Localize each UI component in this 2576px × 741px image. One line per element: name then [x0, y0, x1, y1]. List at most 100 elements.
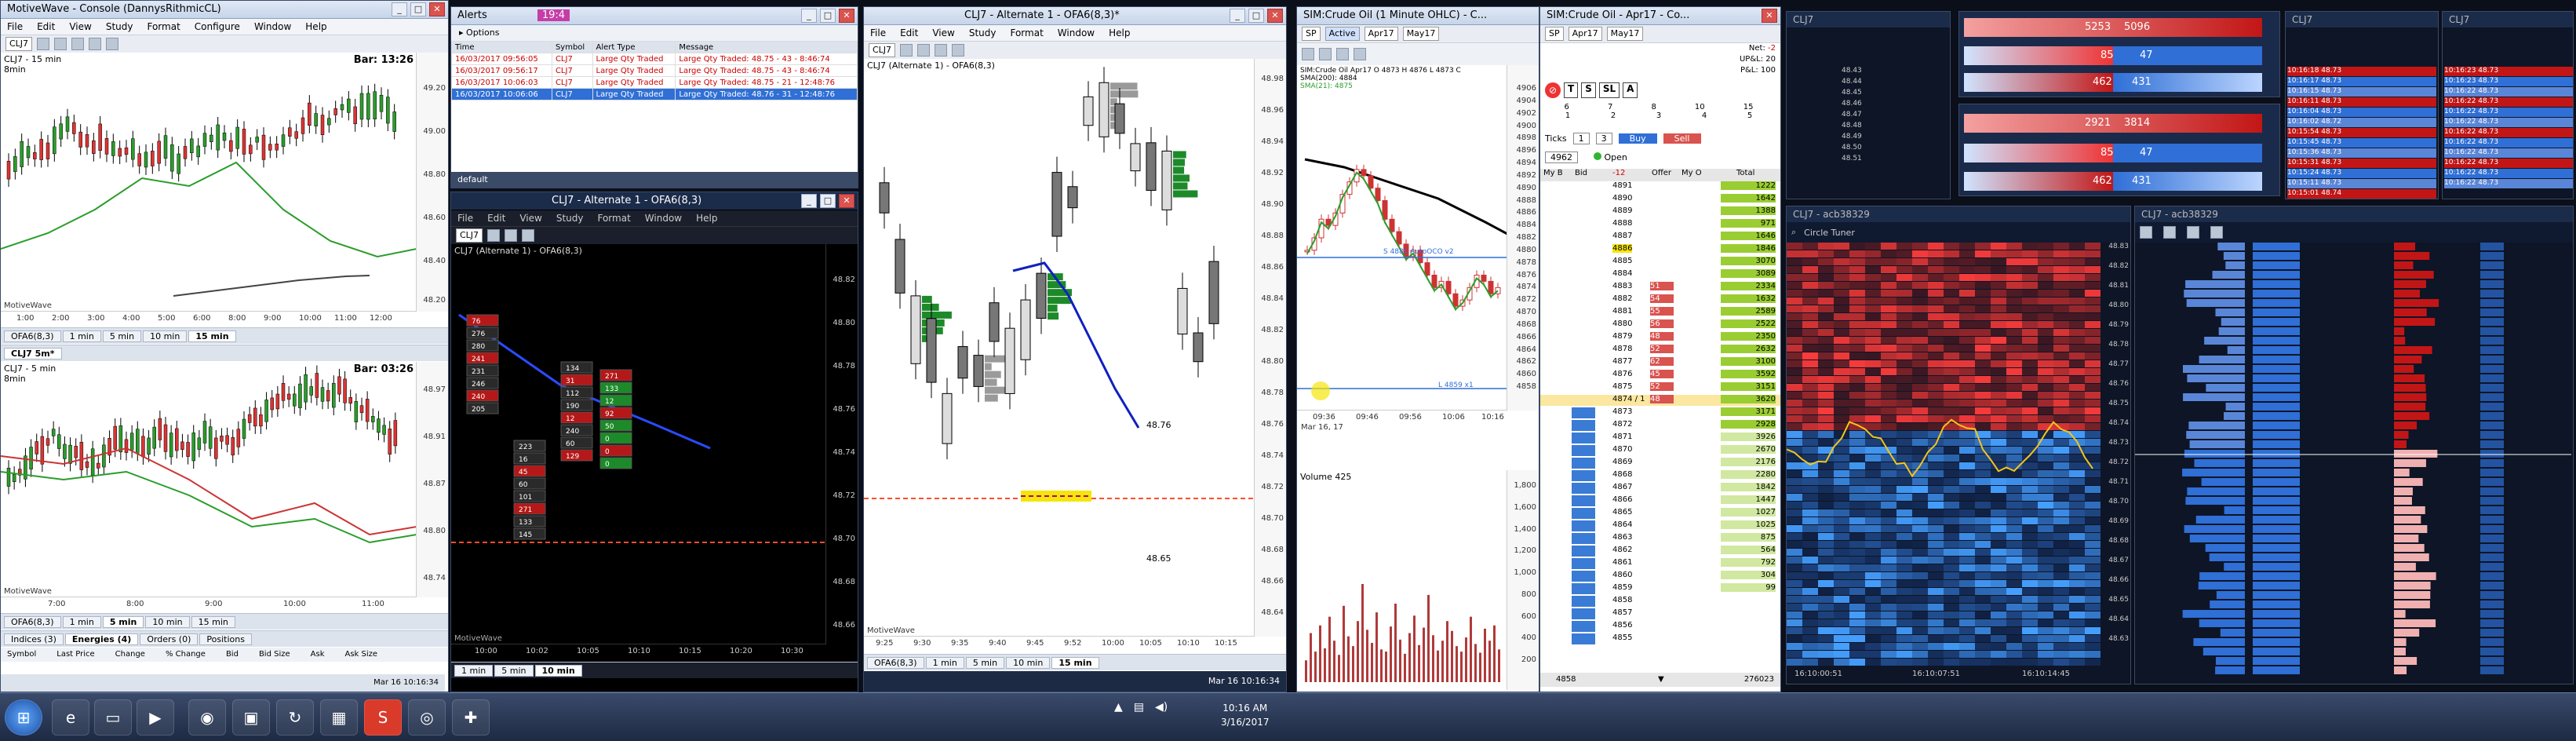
menu-help[interactable]: Help [1109, 25, 1130, 41]
ladder-price[interactable]: 48.44 [1842, 78, 1862, 87]
crude-price-chart[interactable]: SIM:Crude Oil Apr17 O 4873 H 4876 L 4873… [1297, 65, 1539, 434]
draw-line-icon[interactable] [522, 229, 535, 242]
dom-row[interactable]: 4880 56 2522 [1540, 319, 1780, 330]
tape1-title[interactable]: CLJ7 [2286, 12, 2438, 27]
tab-5min[interactable]: 5 min [102, 330, 142, 342]
chart-15min-price-axis[interactable]: 49.20 49.00 48.80 48.60 48.40 48.20 [416, 53, 448, 312]
settings-icon[interactable] [952, 44, 965, 57]
offer-cell[interactable]: 54 [1650, 294, 1674, 303]
col-net[interactable]: -12 [1612, 169, 1625, 177]
tab-15min[interactable]: 15 min [188, 330, 236, 342]
menu-window[interactable]: Window [645, 210, 682, 226]
menu-window[interactable]: Window [254, 19, 291, 35]
price-cell[interactable]: 4886 [1612, 244, 1633, 253]
menu-format[interactable]: Format [1010, 25, 1043, 41]
ladder-price[interactable]: 48.45 [1842, 89, 1862, 98]
tab-orders[interactable]: Orders (0) [140, 633, 199, 645]
ladder-price[interactable]: 48.51 [1842, 155, 1862, 164]
price-cell[interactable]: 4877 [1612, 357, 1632, 366]
undo-icon[interactable] [106, 38, 119, 50]
draw-line-icon[interactable] [71, 38, 85, 50]
price-cell[interactable]: 4866 [1612, 495, 1632, 504]
price-cell[interactable]: 4869 [1612, 458, 1632, 466]
dom-row[interactable]: 4866 1447 [1540, 495, 1780, 506]
trash-icon[interactable] [2163, 226, 2176, 239]
heatmap-plot[interactable] [1787, 243, 2101, 666]
price-cell[interactable]: 4855 [1612, 633, 1632, 642]
offer-cell[interactable]: 62 [1650, 357, 1674, 366]
alerts-titlebar[interactable]: Alerts 19:4 _ □ ✕ [451, 7, 858, 25]
alt1-small-chart[interactable]: CLJ7 (Alternate 1) - OFA6(8,3) 76 276 280 2… [451, 244, 858, 660]
price-cell[interactable]: 4874 / 1 [1612, 395, 1645, 403]
chart-5min[interactable]: CLJ7 - 5 min 8min Bar: 03:26 48.97 48.91 … [1, 362, 448, 613]
col-pct-change[interactable]: % Change [166, 648, 206, 662]
close-icon[interactable]: ✕ [429, 2, 445, 16]
table-row[interactable]: 16/03/2017 09:56:17 CLJ7 Large Qty Traded L… [451, 64, 858, 77]
tab-15min[interactable]: 15 min [1051, 656, 1099, 669]
menu-window[interactable]: Window [1058, 25, 1095, 41]
dom-row[interactable]: 4869 2176 [1540, 458, 1780, 469]
bid-cell[interactable] [1572, 219, 1595, 230]
close-icon[interactable]: ✕ [839, 9, 854, 23]
big-ladder-plot[interactable] [2135, 243, 2571, 682]
price-cell[interactable]: 4876 [1612, 370, 1632, 378]
price-cell[interactable]: 4882 [1612, 294, 1632, 303]
zoom-icon[interactable] [54, 38, 67, 50]
bid-cell[interactable] [1572, 470, 1595, 481]
col-change[interactable]: Change [115, 648, 145, 662]
tab-1min[interactable]: 1 min [925, 656, 964, 669]
chart-5min-price-axis[interactable]: 48.97 48.91 48.87 48.80 48.74 [416, 362, 448, 597]
bid-cell[interactable] [1572, 608, 1595, 619]
dom-row[interactable]: 4861 792 [1540, 558, 1780, 569]
ladder-price[interactable]: 48.46 [1842, 100, 1862, 109]
study-label[interactable]: OFA6(8,3) [4, 330, 61, 342]
price-cell[interactable]: 4868 [1612, 470, 1632, 479]
ladder1-rows[interactable]: 48.43 48.44 48.45 48.46 48.47 48.48 48.49 48.50… [1787, 67, 1950, 192]
settings-icon[interactable] [89, 38, 102, 50]
dom-row[interactable]: 4857 [1540, 608, 1780, 619]
bid-cell[interactable] [1572, 257, 1595, 268]
col-bid-size[interactable]: Bid Size [259, 648, 290, 662]
sell-button[interactable]: Sell [1663, 133, 1701, 144]
close-icon[interactable]: ✕ [1267, 9, 1283, 23]
study-label[interactable]: OFA6(8,3) [4, 615, 61, 628]
bid-cell[interactable] [1572, 433, 1595, 444]
col-offer[interactable]: Offer [1652, 169, 1671, 177]
toolbar-apr17[interactable]: Apr17 [1364, 27, 1398, 41]
tape1-rows[interactable]: 10:16:18 48.73 10:16:17 48.73 10:16:15 48.… [2287, 67, 2436, 199]
toolbar-active[interactable]: Active [1324, 27, 1360, 41]
price-cell[interactable]: 4875 [1612, 382, 1632, 391]
tab-clj7-5m[interactable]: CLJ7 5m* [4, 347, 62, 360]
bid-cell[interactable] [1572, 319, 1595, 330]
gear-icon[interactable] [2187, 226, 2199, 239]
bid-cell[interactable] [1572, 332, 1595, 343]
dom-row[interactable]: 4878 52 2632 [1540, 345, 1780, 356]
menu-edit[interactable]: Edit [37, 19, 55, 35]
toolbar-sp[interactable]: SP [1302, 27, 1321, 41]
panel1-top-bar[interactable] [1964, 18, 2262, 37]
bid-cell[interactable] [1572, 458, 1595, 469]
dom-row[interactable]: 4874 / 1 48 3620 [1540, 395, 1780, 406]
tool-label[interactable]: Circle Tuner [1804, 228, 1855, 238]
tab-5min[interactable]: 5 min [494, 664, 534, 677]
menu-view[interactable]: View [932, 25, 954, 41]
chart-5min-time-axis[interactable]: 7:00 8:00 9:00 10:00 11:00 [1, 597, 417, 613]
price-cell[interactable]: 4864 [1612, 520, 1632, 529]
cancel-all-icon[interactable]: ⊘ [1545, 82, 1561, 98]
col-my-offer[interactable]: My O [1682, 169, 1702, 177]
offer-cell[interactable]: 52 [1650, 382, 1674, 391]
tray-arrow-icon[interactable]: ▲ [1114, 701, 1123, 714]
col-my-bid[interactable]: My B [1543, 169, 1563, 177]
bid-cell[interactable] [1572, 558, 1595, 569]
pencil-icon[interactable] [1319, 48, 1332, 60]
dom-row[interactable]: 4863 875 [1540, 533, 1780, 544]
alt1-small-titlebar[interactable]: CLJ7 - Alternate 1 - OFA6(8,3) _ □ ✕ [451, 192, 858, 210]
bid-cell[interactable] [1572, 232, 1595, 243]
alt1-small-price-axis[interactable]: 48.82 48.80 48.78 48.76 48.74 48.72 48.7… [825, 244, 858, 644]
dom-row[interactable]: 4864 1025 [1540, 520, 1780, 531]
bid-cell[interactable] [1572, 181, 1595, 192]
calendar-icon[interactable]: ▦ [320, 699, 358, 736]
crude-price-axis[interactable]: 4906 4904 4902 4900 4898 4896 4894 4892 4890 4888… [1507, 65, 1539, 411]
price-cell[interactable]: 4887 [1612, 232, 1632, 240]
tab-positions[interactable]: Positions [199, 633, 252, 645]
